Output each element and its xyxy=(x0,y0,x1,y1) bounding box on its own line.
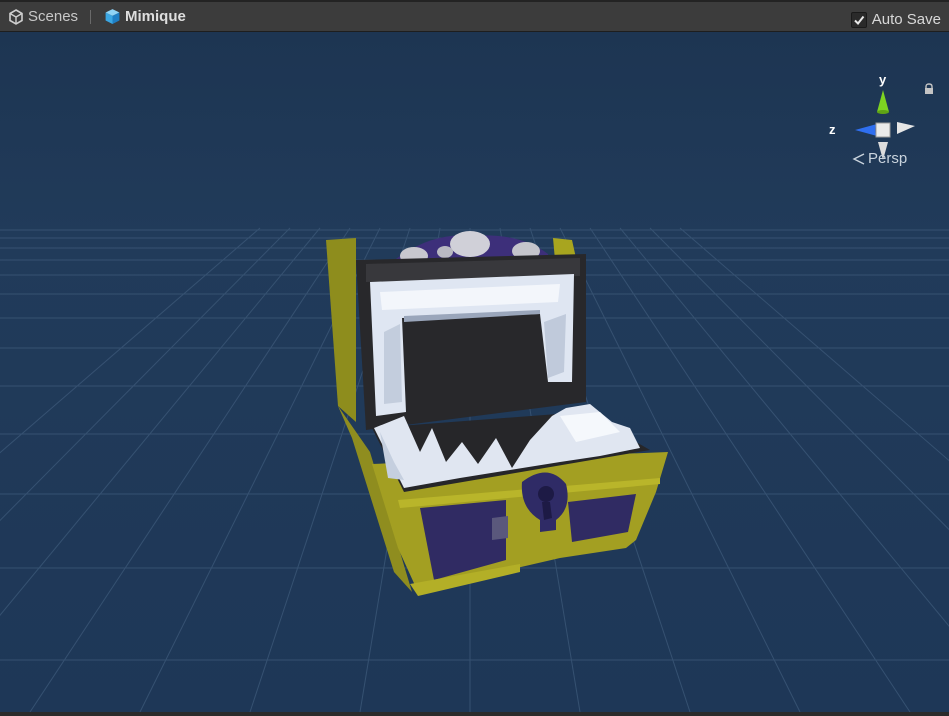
breadcrumb-scenes[interactable]: Scenes xyxy=(8,8,78,25)
scene-toolbar: Scenes Mimique Auto Save xyxy=(0,0,949,32)
projection-toggle[interactable]: Persp xyxy=(852,150,907,167)
autosave-label: Auto Save xyxy=(871,11,941,28)
autosave-toggle[interactable]: Auto Save xyxy=(850,11,941,28)
scene-cube-icon xyxy=(105,9,120,24)
gizmo-y-label: y xyxy=(879,72,887,87)
scene-viewport[interactable]: y z Persp xyxy=(0,32,949,712)
projection-label: Persp xyxy=(868,150,908,167)
checkmark-icon xyxy=(854,15,865,25)
viewport-bottom-edge xyxy=(0,712,949,716)
scene-3d-view xyxy=(0,32,949,712)
lock-icon[interactable] xyxy=(924,82,934,100)
breadcrumb-separator xyxy=(90,10,91,24)
chevron-left-icon xyxy=(852,152,865,165)
unity-logo-icon xyxy=(9,8,23,25)
gizmo-z-label: z xyxy=(829,122,836,137)
scene-name: Mimique xyxy=(125,8,186,25)
breadcrumb-scene-mimique[interactable]: Mimique xyxy=(104,8,186,25)
autosave-checkbox[interactable] xyxy=(850,11,867,28)
scenes-label: Scenes xyxy=(28,8,79,25)
